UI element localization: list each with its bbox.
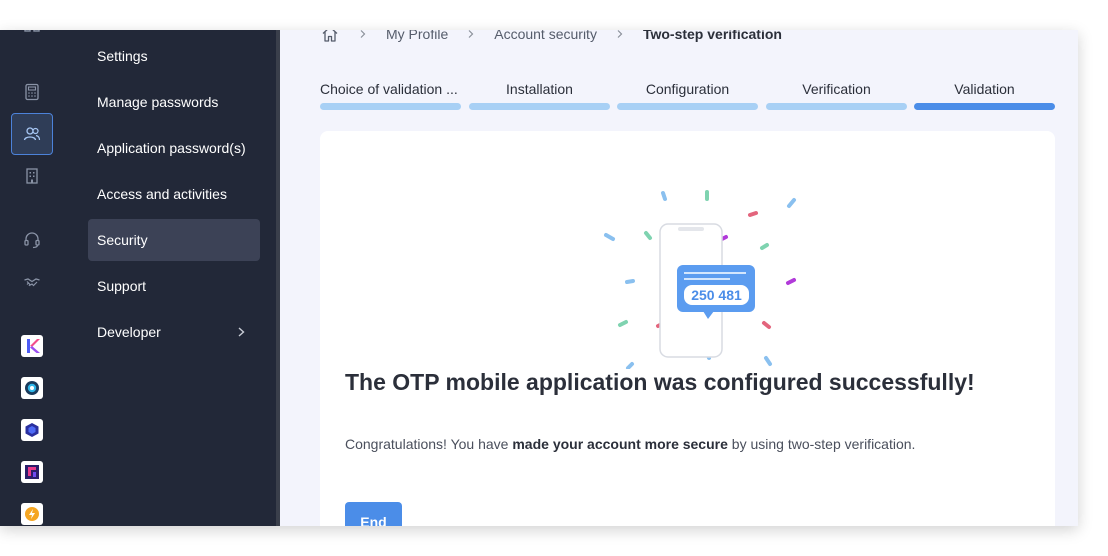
- menu-item-label: Manage passwords: [97, 94, 219, 110]
- building-icon[interactable]: [11, 155, 53, 197]
- menu-item-label: Security: [97, 232, 148, 248]
- step-label: Choice of validation ...: [320, 81, 458, 97]
- headset-icon[interactable]: [11, 219, 53, 261]
- phone-otp-illustration: 250 481: [604, 190, 796, 369]
- chevron-right-icon: [238, 327, 245, 337]
- main-content: My Profile Account security Two-step ver…: [280, 30, 1078, 526]
- app-window: Settings Manage passwords Application pa…: [0, 30, 1078, 526]
- step-label: Verification: [802, 81, 871, 97]
- users-icon[interactable]: [11, 113, 53, 155]
- step-label: Configuration: [645, 81, 730, 97]
- home-icon[interactable]: [320, 30, 340, 44]
- step-bar: [320, 103, 461, 110]
- step-choice-of-validation: Choice of validation ...: [320, 80, 461, 110]
- menu-item-label: Access and activities: [97, 186, 227, 202]
- kmeet-logo[interactable]: [21, 461, 43, 483]
- breadcrumb-account-security[interactable]: Account security: [494, 30, 597, 41]
- menu-item-label: Settings: [97, 48, 148, 64]
- otp-code: 250 481: [691, 287, 742, 303]
- chevron-right-icon: [617, 30, 623, 38]
- menu-item-manage-passwords[interactable]: Manage passwords: [88, 81, 260, 123]
- description-text-end: by using two-step verification.: [727, 436, 916, 452]
- success-card: 250 481 The OTP mobile application was c…: [320, 131, 1055, 526]
- step-installation: Installation: [469, 80, 610, 110]
- settings-menu: Settings Manage passwords Application pa…: [72, 30, 276, 526]
- breadcrumb: My Profile Account security Two-step ver…: [320, 30, 782, 44]
- kdrive-logo[interactable]: [21, 377, 43, 399]
- menu-item-label: Application password(s): [97, 140, 246, 156]
- step-progress: Choice of validation ... Installation Co…: [320, 80, 1055, 112]
- description-emphasis: made your account more secure: [512, 436, 728, 452]
- handshake-icon[interactable]: [11, 261, 53, 303]
- chevron-right-icon: [360, 30, 366, 38]
- menu-item-label: Developer: [97, 324, 161, 340]
- calculator-icon[interactable]: [11, 71, 53, 113]
- menu-item-support[interactable]: Support: [88, 265, 260, 307]
- step-verification: Verification: [766, 80, 907, 110]
- step-validation: Validation: [914, 80, 1055, 110]
- grid-icon[interactable]: [11, 30, 53, 54]
- menu-item-security[interactable]: Security: [88, 219, 260, 261]
- success-title: The OTP mobile application was configure…: [345, 369, 975, 395]
- end-button[interactable]: End: [345, 502, 402, 526]
- breadcrumb-my-profile[interactable]: My Profile: [386, 30, 448, 41]
- menu-item-label: Support: [97, 278, 147, 294]
- chevron-right-icon: [468, 30, 474, 38]
- step-bar: [469, 103, 610, 110]
- app-rail: [0, 30, 72, 526]
- step-bar: [766, 103, 907, 110]
- menu-item-access-activities[interactable]: Access and activities: [88, 173, 260, 215]
- breadcrumb-current: Two-step verification: [642, 30, 782, 42]
- kalert-logo[interactable]: [21, 503, 43, 525]
- step-label: Validation: [954, 81, 1015, 97]
- step-bar: [617, 103, 758, 110]
- menu-item-application-passwords[interactable]: Application password(s): [88, 127, 260, 169]
- menu-item-settings[interactable]: Settings: [88, 35, 260, 77]
- kchat-logo[interactable]: [21, 335, 43, 357]
- menu-item-developer[interactable]: Developer: [88, 311, 260, 353]
- kstorage-logo[interactable]: [21, 419, 43, 441]
- description-text: Congratulations! You have: [345, 436, 513, 452]
- step-bar: [914, 103, 1055, 110]
- step-label: Installation: [506, 81, 573, 97]
- success-description: Congratulations! You have made your acco…: [345, 436, 915, 452]
- step-configuration: Configuration: [617, 80, 758, 110]
